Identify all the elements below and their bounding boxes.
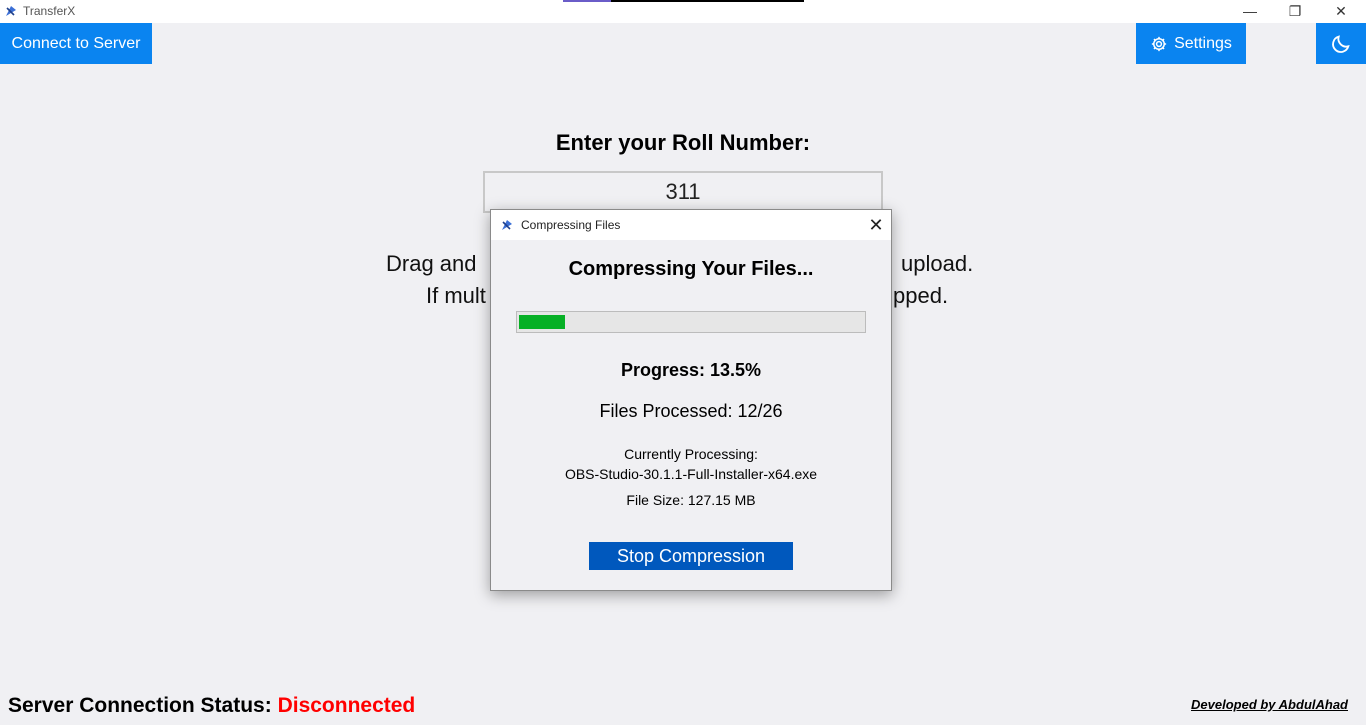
compression-progress-bar	[516, 311, 866, 333]
files-processed-count: Files Processed: 12/26	[599, 401, 783, 421]
connect-to-server-button[interactable]: Connect to Server	[0, 23, 152, 64]
settings-button[interactable]: Settings	[1136, 23, 1246, 64]
server-status-value: Disconnected	[277, 694, 416, 717]
server-status-label: Server Connection Status:	[8, 694, 278, 717]
window-title: TransferX	[23, 4, 76, 18]
current-file-size: File Size: 127.15 MB	[626, 492, 756, 508]
dialog-title: Compressing Files	[521, 218, 621, 232]
settings-button-label: Settings	[1174, 34, 1232, 52]
drag-instruction-line1-left: Drag and	[386, 251, 477, 276]
maximize-button[interactable]: ❐	[1272, 0, 1318, 22]
gear-icon	[1151, 36, 1167, 51]
app-logo-icon	[6, 6, 16, 16]
drag-instruction-line2-left: If mult	[426, 283, 486, 308]
taskbar-strip	[563, 0, 804, 2]
app-logo-icon	[502, 220, 512, 230]
drag-instruction-line2-right: pped.	[893, 283, 949, 308]
server-status: Server Connection Status: Disconnected	[8, 694, 415, 718]
minimize-button[interactable]: —	[1227, 0, 1273, 22]
current-file-name: OBS-Studio-30.1.1-Full-Installer-x64.exe	[564, 466, 818, 482]
dialog-titlebar: Compressing Files ✕	[491, 210, 891, 240]
stop-button-label: Stop Compression	[616, 545, 766, 566]
moon-icon	[1332, 34, 1350, 53]
connect-button-label: Connect to Server	[11, 34, 141, 52]
roll-number-input[interactable]	[483, 171, 883, 213]
dialog-heading: Compressing Your Files...	[568, 258, 814, 280]
dialog-close-button[interactable]: ✕	[861, 212, 891, 238]
compressing-files-dialog: Compressing Files ✕ Compressing Your Fil…	[490, 209, 892, 591]
developer-credit-link[interactable]: Developed by AbdulAhad	[1191, 697, 1348, 712]
stop-compression-button[interactable]: Stop Compression	[589, 542, 793, 570]
window-close-button[interactable]: ✕	[1318, 0, 1364, 22]
drag-instruction-line1-right: upload.	[901, 251, 974, 276]
theme-toggle-button[interactable]	[1316, 23, 1366, 64]
currently-processing-label: Currently Processing:	[624, 446, 758, 462]
window-titlebar: TransferX — ❐ ✕	[0, 0, 1366, 23]
roll-number-label: Enter your Roll Number:	[555, 130, 811, 155]
progress-percentage: Progress: 13.5%	[620, 360, 762, 380]
progress-fill	[519, 315, 565, 329]
